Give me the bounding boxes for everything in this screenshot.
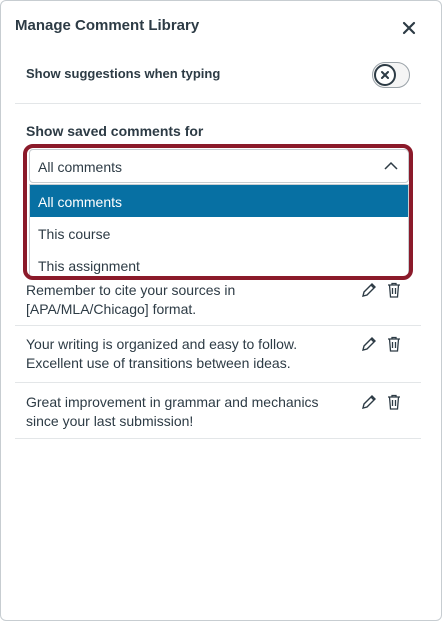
filter-dropdown-menu: All comments This course This assignment — [29, 184, 409, 278]
comment-item: Great improvement in grammar and mechani… — [15, 383, 421, 439]
trash-icon[interactable] — [385, 335, 403, 353]
comment-text: Your writing is organized and easy to fo… — [26, 336, 298, 371]
comment-text: Remember to cite your sources in [APA/ML… — [26, 282, 236, 317]
option-all-comments[interactable]: All comments — [30, 185, 408, 217]
filter-label: Show saved comments for — [26, 123, 204, 139]
trash-icon[interactable] — [385, 393, 403, 411]
select-value: All comments — [38, 159, 123, 175]
option-this-course[interactable]: This course — [30, 217, 408, 249]
pencil-icon[interactable] — [360, 281, 378, 299]
option-this-assignment[interactable]: This assignment — [30, 249, 408, 281]
comments-filter-select[interactable]: All comments — [29, 149, 409, 183]
pencil-icon[interactable] — [360, 393, 378, 411]
panel-title: Manage Comment Library — [15, 17, 200, 34]
x-icon — [381, 71, 389, 79]
suggestions-label: Show suggestions when typing — [26, 66, 221, 81]
chevron-up-icon — [384, 161, 398, 170]
close-icon[interactable] — [400, 19, 418, 37]
toggle-knob — [374, 64, 396, 86]
comment-text: Great improvement in grammar and mechani… — [26, 394, 319, 429]
trash-icon[interactable] — [385, 281, 403, 299]
comment-library-panel: Manage Comment Library Show suggestions … — [0, 0, 442, 621]
comment-item: Your writing is organized and easy to fo… — [15, 326, 421, 383]
pencil-icon[interactable] — [360, 335, 378, 353]
divider — [15, 103, 421, 104]
suggestions-toggle[interactable] — [372, 62, 410, 88]
